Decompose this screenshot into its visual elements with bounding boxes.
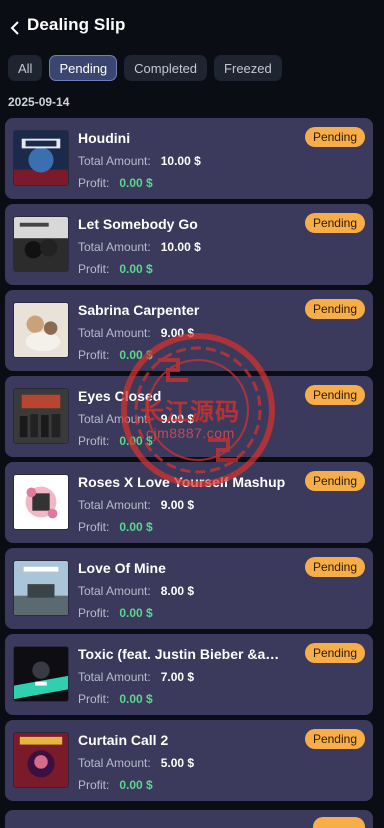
status-badge: Pending [304,299,365,319]
song-title: Eyes Closed [78,388,162,404]
song-title: Let Somebody Go [78,216,198,232]
status-badge-partial [313,817,365,828]
slip-card[interactable]: Toxic (feat. Justin Bieber &a… Total Amo… [5,634,373,715]
slip-card[interactable]: Let Somebody Go Total Amount: 10.00 $ Pro… [5,204,373,285]
album-cover-image [13,560,69,616]
song-title: Toxic (feat. Justin Bieber &a… [78,646,280,662]
slip-card-partial[interactable] [5,810,373,828]
slip-card[interactable]: Sabrina Carpenter Total Amount: 9.00 $ Pr… [5,290,373,371]
song-title: Curtain Call 2 [78,732,169,748]
album-cover-image [13,130,69,186]
total-amount-label: Total Amount: [78,412,151,426]
album-cover-image [13,474,69,530]
album-cover-image [13,388,69,444]
album-cover-image [13,646,69,702]
tab-freezed[interactable]: Freezed [214,55,282,81]
album-cover-image [13,732,69,788]
profit-label: Profit: [78,692,110,706]
total-amount-label: Total Amount: [78,756,151,770]
header-bar: Dealing Slip [0,0,384,50]
status-badge: Pending [304,127,365,147]
profit-value: 0.00 $ [119,606,153,620]
profit-value: 0.00 $ [119,176,153,190]
total-amount-value: 10.00 $ [160,240,201,254]
profit-label: Profit: [78,262,110,276]
profit-label: Profit: [78,434,110,448]
total-amount-value: 8.00 $ [160,584,195,598]
status-badge: Pending [304,471,365,491]
song-title: Sabrina Carpenter [78,302,200,318]
slip-card[interactable]: Curtain Call 2 Total Amount: 5.00 $ Profi… [5,720,373,801]
tab-all[interactable]: All [8,55,43,81]
slip-card[interactable]: Eyes Closed Total Amount: 9.00 $ Profit: 0… [5,376,373,457]
slip-card[interactable]: Roses X Love Yourself Mashup Total Amoun… [5,462,373,543]
total-amount-label: Total Amount: [78,240,151,254]
total-amount-value: 10.00 $ [160,154,201,168]
total-amount-label: Total Amount: [78,584,151,598]
total-amount-label: Total Amount: [78,498,151,512]
total-amount-value: 7.00 $ [160,670,195,684]
chevron-left-icon[interactable] [10,19,24,37]
profit-value: 0.00 $ [119,262,153,276]
profit-label: Profit: [78,176,110,190]
total-amount-label: Total Amount: [78,154,151,168]
profit-value: 0.00 $ [119,692,153,706]
slip-card[interactable]: Love Of Mine Total Amount: 8.00 $ Profit:… [5,548,373,629]
total-amount-value: 9.00 $ [160,326,195,340]
status-badge: Pending [304,557,365,577]
status-badge: Pending [304,729,365,749]
profit-value: 0.00 $ [119,348,153,362]
album-cover-image [13,302,69,358]
total-amount-label: Total Amount: [78,670,151,684]
profit-value: 0.00 $ [119,434,153,448]
total-amount-value: 5.00 $ [160,756,195,770]
song-title: Roses X Love Yourself Mashup [78,474,286,490]
slip-list: Houdini Total Amount: 10.00 $ Profit: 0.00… [5,118,373,806]
tab-pending[interactable]: Pending [49,55,118,81]
date-heading: 2025-09-14 [8,95,70,109]
profit-label: Profit: [78,778,110,792]
status-badge: Pending [304,385,365,405]
status-badge: Pending [304,213,365,233]
profit-label: Profit: [78,520,110,534]
total-amount-label: Total Amount: [78,326,151,340]
page-title: Dealing Slip [27,15,126,34]
profit-label: Profit: [78,606,110,620]
profit-value: 0.00 $ [119,778,153,792]
slip-card[interactable]: Houdini Total Amount: 10.00 $ Profit: 0.00… [5,118,373,199]
profit-label: Profit: [78,348,110,362]
album-cover-image [13,216,69,272]
song-title: Love Of Mine [78,560,166,576]
status-badge: Pending [304,643,365,663]
total-amount-value: 9.00 $ [160,498,195,512]
status-tabs: All Pending Completed Freezed [8,55,282,81]
tab-completed[interactable]: Completed [124,55,208,81]
profit-value: 0.00 $ [119,520,153,534]
song-title: Houdini [78,130,131,146]
total-amount-value: 9.00 $ [160,412,195,426]
